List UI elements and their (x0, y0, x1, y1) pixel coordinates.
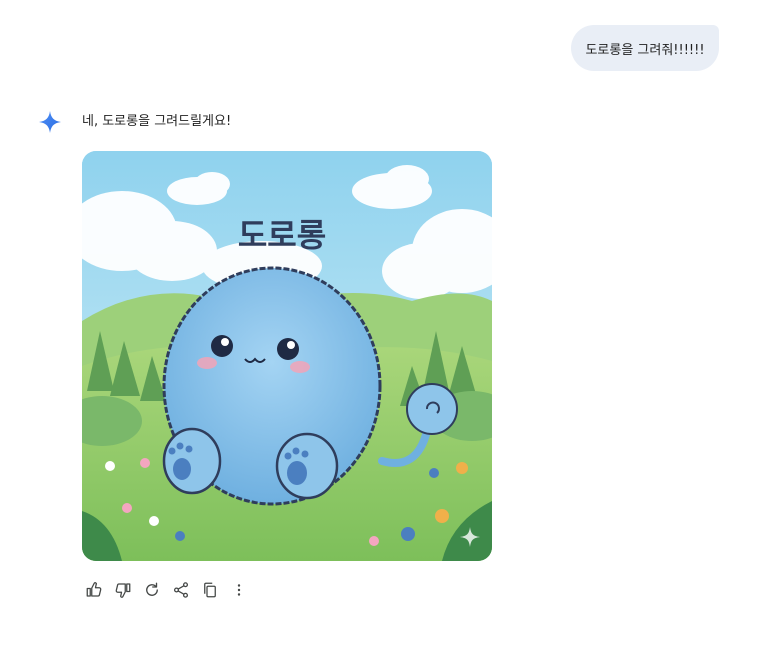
generated-image[interactable]: 도로롱 (82, 151, 492, 561)
image-title-text: 도로롱 (238, 216, 326, 254)
user-message-bubble: 도로롱을 그려줘!!!!!! (571, 25, 719, 71)
user-message-text: 도로롱을 그려줘!!!!!! (585, 42, 705, 58)
copy-icon[interactable] (196, 578, 224, 602)
regenerate-icon[interactable] (138, 578, 166, 602)
more-vert-icon[interactable] (225, 578, 253, 602)
assistant-reply-text: 네, 도로롱을 그려드릴게요! (82, 114, 232, 129)
thumbs-up-icon[interactable] (80, 578, 108, 602)
share-icon[interactable] (167, 578, 195, 602)
response-actions (80, 578, 254, 602)
thumbs-down-icon[interactable] (109, 578, 137, 602)
gemini-sparkle-icon (38, 110, 62, 134)
